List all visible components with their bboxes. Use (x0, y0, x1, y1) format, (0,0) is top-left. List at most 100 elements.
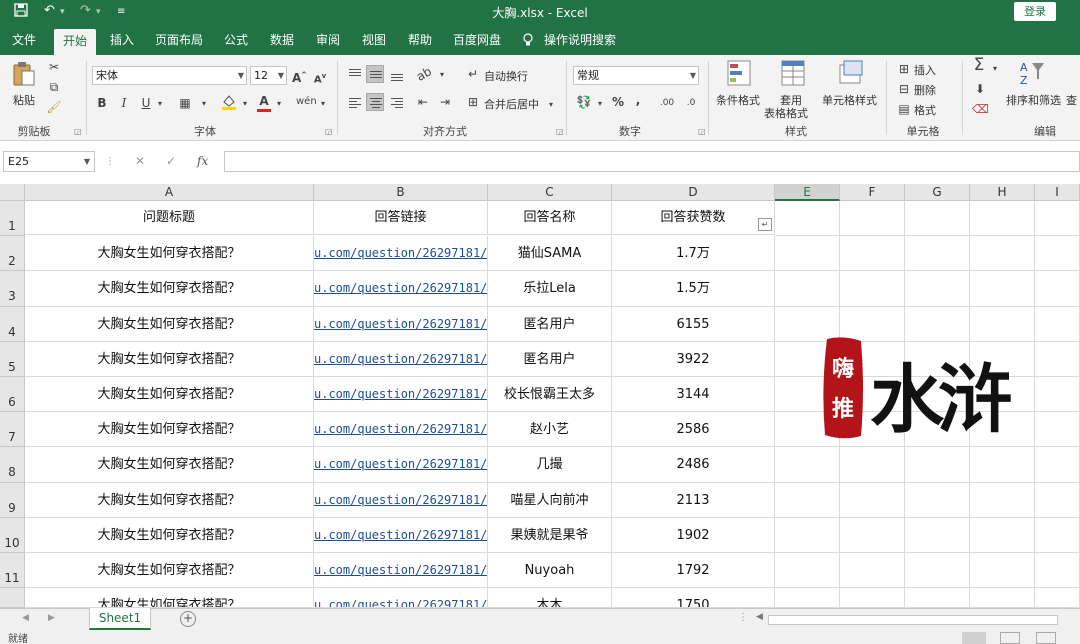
answer-link-cell[interactable]: u.com/question/26297181/ (314, 306, 488, 342)
likes-cell[interactable]: 1.5万 (612, 271, 775, 307)
font-color-icon[interactable]: A (255, 93, 273, 112)
column-header-a[interactable]: A (25, 184, 314, 201)
answer-name-cell[interactable]: 匿名用户 (488, 306, 612, 342)
column-header-d[interactable]: D (612, 184, 775, 201)
table-cell-empty[interactable] (970, 517, 1035, 553)
align-top-button[interactable] (345, 65, 363, 83)
paste-label[interactable]: 粘贴 (13, 92, 35, 108)
row-header[interactable]: 11 (0, 553, 25, 589)
row-header[interactable]: 7 (0, 412, 25, 448)
table-cell-empty[interactable] (840, 236, 905, 272)
scroll-sheets-right-icon[interactable]: ▶ (48, 613, 55, 623)
table-cell-empty[interactable] (905, 447, 970, 483)
wrap-text-button[interactable]: 自动换行 (484, 68, 528, 84)
question-title-cell[interactable]: 大胸女生如何穿衣搭配？ (25, 553, 314, 589)
table-cell-empty[interactable] (775, 236, 840, 272)
question-title-cell[interactable]: 大胸女生如何穿衣搭配？ (25, 306, 314, 342)
likes-cell[interactable]: 1.7万 (612, 236, 775, 272)
table-cell-empty[interactable] (840, 588, 905, 608)
column-header-e[interactable]: E (775, 184, 840, 201)
table-cell-empty[interactable] (905, 271, 970, 307)
bold-button[interactable]: B (95, 95, 109, 111)
tab-formulas[interactable]: 公式 (216, 25, 256, 55)
autosum-icon[interactable]: Σ (970, 57, 988, 74)
answer-link-cell[interactable]: u.com/question/26297181/ (314, 447, 488, 483)
likes-cell[interactable]: 3922 (612, 341, 775, 377)
question-title-cell[interactable]: 大胸女生如何穿衣搭配？ (25, 236, 314, 272)
table-cell-empty[interactable] (775, 447, 840, 483)
row-header[interactable]: 4 (0, 306, 25, 342)
autosum-dropdown-icon[interactable]: ▾ (990, 61, 1000, 77)
tab-baidu-netdisk[interactable]: 百度网盘 (448, 25, 506, 55)
question-title-cell[interactable]: 大胸女生如何穿衣搭配？ (25, 482, 314, 518)
table-cell-empty[interactable] (775, 517, 840, 553)
table-cell-empty[interactable] (840, 517, 905, 553)
number-format-select[interactable]: 常规 ▼ (573, 66, 699, 85)
table-cell-empty[interactable] (970, 306, 1035, 342)
answer-name-cell[interactable]: 果姨就是果爷 (488, 517, 612, 553)
add-sheet-icon[interactable]: + (180, 611, 196, 627)
likes-cell[interactable]: 2586 (612, 412, 775, 448)
table-cell-empty[interactable] (840, 271, 905, 307)
align-middle-button[interactable] (366, 65, 384, 83)
table-cell-empty[interactable] (840, 201, 905, 237)
shrink-font-icon[interactable]: Av (313, 68, 327, 88)
row-header[interactable]: 1 (0, 201, 25, 237)
table-cell-empty[interactable] (905, 517, 970, 553)
page-layout-view-icon[interactable] (1000, 632, 1020, 644)
conditional-formatting-icon[interactable] (726, 59, 752, 87)
format-cells-icon[interactable]: ▤ (896, 101, 912, 117)
table-cell-empty[interactable] (1035, 412, 1080, 448)
copy-icon[interactable]: ⧉ (46, 79, 62, 95)
column-header-h[interactable]: H (970, 184, 1035, 201)
column-header-b[interactable]: B (314, 184, 488, 201)
cell-styles-icon[interactable] (838, 59, 864, 87)
cancel-icon[interactable]: ✕ (135, 154, 145, 168)
table-cell-empty[interactable] (905, 482, 970, 518)
answer-name-cell[interactable]: Nuyoah (488, 553, 612, 589)
underline-button[interactable]: U (139, 95, 153, 111)
merge-center-icon[interactable]: ⊞ (465, 94, 481, 110)
grow-font-icon[interactable]: A^ (292, 67, 307, 86)
format-as-table-icon[interactable] (780, 59, 806, 87)
table-cell-empty[interactable] (905, 236, 970, 272)
tab-review[interactable]: 审阅 (308, 25, 348, 55)
row-header[interactable]: 3 (0, 271, 25, 307)
tab-split-handle-icon[interactable]: ⋮ (738, 612, 748, 623)
likes-cell[interactable]: 1750 (612, 588, 775, 608)
likes-cell[interactable]: 1792 (612, 553, 775, 589)
answer-name-cell[interactable]: 喵星人向前冲 (488, 482, 612, 518)
table-cell-empty[interactable] (1035, 377, 1080, 413)
column-header-f[interactable]: F (840, 184, 905, 201)
wrap-text-icon[interactable]: ↵ (465, 66, 481, 82)
likes-cell[interactable]: 2113 (612, 482, 775, 518)
row-header[interactable]: 8 (0, 447, 25, 483)
formula-input[interactable] (224, 151, 1080, 172)
sort-filter-button[interactable]: 排序和筛选 (1006, 92, 1061, 108)
borders-icon[interactable]: ▦ (177, 95, 193, 111)
answer-name-cell[interactable]: 乐拉Lela (488, 271, 612, 307)
column-header-g[interactable]: G (905, 184, 970, 201)
header-cell-answer-link[interactable]: 回答链接 (314, 201, 488, 235)
increase-decimal-icon[interactable]: .00 (656, 95, 678, 111)
table-cell-empty[interactable] (1035, 588, 1080, 608)
borders-dropdown-icon[interactable]: ▾ (199, 96, 209, 112)
table-cell-empty[interactable] (905, 588, 970, 608)
font-size-select[interactable]: 12 ▼ (250, 66, 287, 85)
align-right-button[interactable] (387, 93, 405, 111)
table-cell-empty[interactable] (1035, 553, 1080, 589)
underline-dropdown-icon[interactable]: ▾ (155, 96, 165, 112)
tab-file[interactable]: 文件 (4, 25, 44, 55)
phonetic-icon[interactable]: wén (296, 94, 317, 110)
merge-dropdown-icon[interactable]: ▾ (546, 97, 556, 113)
hscroll-left-icon[interactable]: ◀ (756, 612, 763, 622)
answer-name-cell[interactable]: 赵小艺 (488, 412, 612, 448)
row-header[interactable]: 2 (0, 236, 25, 272)
accounting-format-icon[interactable]: 💱 (575, 94, 593, 110)
row-header[interactable]: 12 (0, 588, 25, 620)
table-cell-empty[interactable] (1035, 482, 1080, 518)
question-title-cell[interactable]: 大胸女生如何穿衣搭配？ (25, 588, 314, 608)
answer-link-cell[interactable]: u.com/question/26297181/ (314, 482, 488, 518)
table-cell-empty[interactable] (1035, 517, 1080, 553)
insert-cells-button[interactable]: 插入 (914, 62, 936, 78)
